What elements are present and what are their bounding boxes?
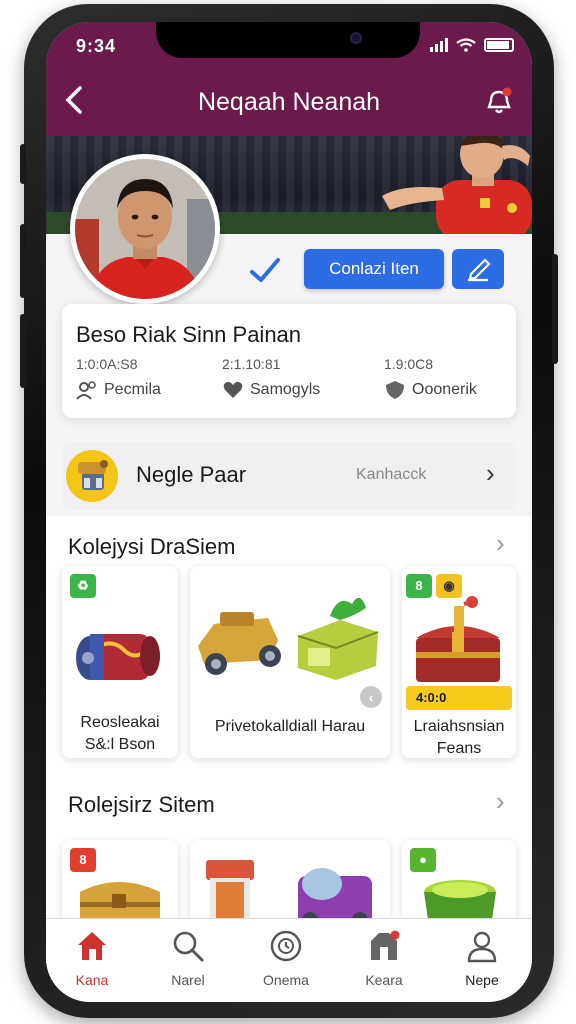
tab-home[interactable]: Kana [52, 929, 132, 988]
status-icons [430, 38, 514, 52]
cover-player-image [382, 136, 532, 234]
tab-search[interactable]: Narel [148, 929, 228, 988]
app-header: Neqaah Neanah [46, 70, 532, 136]
stat-value: 1.9:0C8 [384, 356, 434, 372]
wifi-icon [456, 38, 476, 52]
item-card[interactable]: ‹ Privetokalldiall Harau [190, 566, 390, 758]
stat-label: Pecmila [104, 381, 161, 398]
stat-label: Samogyls [250, 381, 321, 398]
store-icon [371, 930, 400, 960]
volume-down-button [20, 314, 26, 388]
play-badge-icon: ‹ [360, 686, 382, 708]
item-caption: Reosleakai [80, 714, 160, 731]
profile-card: Beso Riak Sinn Painan 1:0:0A:S8 Pecmila … [62, 304, 516, 418]
heart-icon [223, 381, 243, 398]
promo-label: Negle Paar [136, 462, 247, 487]
camera-icon [350, 32, 362, 44]
profile-avatar[interactable] [70, 154, 220, 304]
tab-store[interactable]: Keara [344, 929, 424, 988]
tab-profile[interactable]: Nepe [442, 929, 522, 988]
fruit-badge-icon: ● [410, 848, 436, 872]
volume-up-button [20, 224, 26, 298]
treasure-chest-item-image [416, 596, 500, 682]
power-button [552, 254, 558, 364]
stat-value: 1:0:0A:S8 [76, 356, 138, 372]
shield-icon [386, 381, 404, 399]
clock-icon [270, 930, 302, 962]
user-icon [467, 931, 497, 963]
tab-label: Keara [365, 972, 403, 988]
item-card[interactable]: 8 [62, 840, 178, 930]
page-title: Neqaah Neanah [197, 88, 381, 116]
verified-check-icon [248, 254, 282, 288]
signal-icon [430, 38, 448, 52]
home-icon [78, 932, 106, 960]
collection-section-1: Kolejysi DraSiem › ♻ Reosleakai S&:l Bso… [46, 516, 532, 778]
tab-label: Nepe [465, 972, 499, 988]
item-caption: Privetokalldiall Harau [214, 718, 366, 735]
status-bar: 9:34 [46, 22, 532, 70]
item-caption: S&:l Bson [84, 736, 156, 753]
status-time: 9:34 [76, 36, 117, 56]
item-caption: Lraiahsnsian [413, 718, 505, 735]
section-title: Rolejsirz Sitem [68, 792, 215, 817]
item-price: 4:0:0 [406, 686, 512, 710]
stat-label: Ooonerik [412, 381, 477, 398]
stat-followers[interactable]: 1:0:0A:S8 Pecmila [76, 356, 216, 400]
tag-badge-icon: 8 [70, 848, 96, 872]
item-card[interactable]: ● [402, 840, 516, 930]
mute-switch [20, 144, 26, 184]
stat-comments[interactable]: 1.9:0C8 Ooonerik [384, 356, 524, 400]
chevron-right-icon[interactable]: › [496, 786, 505, 817]
item-card[interactable] [190, 840, 390, 930]
tab-label: Narel [171, 972, 205, 988]
collection-section-2: Rolejsirz Sitem › 8 ● [46, 778, 532, 930]
people-icon [76, 381, 96, 400]
promo-link[interactable]: Kanhacck [356, 466, 426, 484]
chevron-right-icon[interactable]: › [486, 458, 495, 489]
battery-icon [484, 38, 514, 52]
edit-icon [468, 258, 491, 282]
tab-history[interactable]: Onema [246, 929, 326, 988]
bottom-tab-bar: Kana Narel Onema Keara Nepe [46, 918, 532, 1002]
tab-label: Onema [263, 972, 309, 988]
cart-and-box-item-image [198, 597, 379, 680]
section-title: Kolejysi DraSiem [68, 534, 236, 559]
tab-label: Kana [75, 972, 109, 988]
item-caption: Feans [436, 740, 482, 757]
profile-name: Beso Riak Sinn Painan [76, 322, 302, 347]
bell-icon[interactable] [484, 86, 514, 116]
item-card[interactable]: 8 ◉ 4:0:0 Lraiahsnsian Feans [402, 566, 516, 758]
battery-item-image [76, 634, 160, 680]
promo-row[interactable]: Negle Paar Kanhacck › [62, 442, 516, 510]
edit-profile-button[interactable] [452, 249, 504, 289]
contact-button[interactable]: Conlazi Iten [304, 249, 444, 289]
robot-icon [66, 450, 118, 502]
item-card[interactable]: ♻ Reosleakai S&:l Bson [62, 566, 178, 758]
camera-notch [156, 22, 420, 58]
app-screen: 9:34 Neqaah Neanah Conlazi Iten Beso Ria… [46, 22, 532, 1002]
search-icon [173, 931, 204, 962]
stat-likes[interactable]: 2:1.10:81 Samogyls [222, 356, 362, 400]
stat-value: 2:1.10:81 [222, 356, 281, 372]
chevron-right-icon[interactable]: › [496, 528, 505, 559]
